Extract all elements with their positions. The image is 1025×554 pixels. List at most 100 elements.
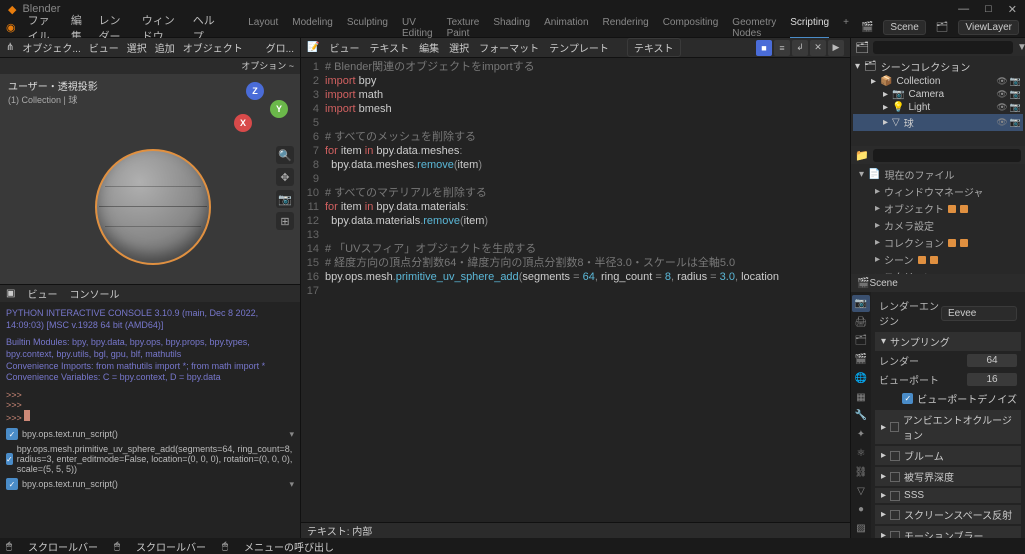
disclosure-icon[interactable]: ▾ <box>859 169 864 180</box>
file-item[interactable]: ▸ウィンドウマネージャ <box>853 183 1023 200</box>
tab-sculpting[interactable]: Sculpting <box>347 17 388 39</box>
console-prompt[interactable]: >>> <box>6 410 294 422</box>
zoom-icon[interactable]: 🔍 <box>276 146 294 164</box>
menu-edit[interactable]: 編集 <box>419 40 439 55</box>
text-name-input[interactable]: テキスト <box>627 38 681 57</box>
editor-type-icon[interactable]: ⋔ <box>6 42 14 53</box>
sampling-panel[interactable]: ▾サンプリング <box>875 332 1021 351</box>
axis-z[interactable]: Z <box>246 82 264 100</box>
camera-icon[interactable]: 📷 <box>1010 89 1021 100</box>
constraint-tab-icon[interactable]: ⛓ <box>852 464 870 481</box>
tab-shading[interactable]: Shading <box>493 17 530 39</box>
tab-modeling[interactable]: Modeling <box>292 17 333 39</box>
add-workspace-button[interactable]: + <box>843 17 849 39</box>
menu-select[interactable]: 選択 <box>449 40 469 55</box>
minimize-button[interactable]: — <box>958 3 969 16</box>
property-panel-header[interactable]: ▸アンビエントオクルージョン <box>875 410 1021 444</box>
file-item[interactable]: ▸オブジェクト <box>853 200 1023 217</box>
property-panel-header[interactable]: ▸SSS <box>875 488 1021 503</box>
code-area[interactable]: # Blender関連のオブジェクトをimportするimport bpyimp… <box>325 60 850 520</box>
syntax-highlight-toggle[interactable]: ■ <box>756 40 772 56</box>
tab-uvediting[interactable]: UV Editing <box>402 17 433 39</box>
tab-scripting[interactable]: Scripting <box>790 17 829 39</box>
pan-icon[interactable]: ✥ <box>276 168 294 186</box>
tab-geometrynodes[interactable]: Geometry Nodes <box>732 17 776 39</box>
3d-viewport[interactable]: ユーザー・透視投影 (1) Collection | 球 Z Y X 🔍 ✥ 📷… <box>0 74 300 284</box>
render-tab-icon[interactable]: 📷 <box>852 295 870 312</box>
outliner-item[interactable]: ▸📷Camera👁📷 <box>853 88 1023 101</box>
file-browser-icon[interactable]: 📁 <box>855 149 869 162</box>
perspective-icon[interactable]: ⊞ <box>276 212 294 230</box>
scene-breadcrumb[interactable]: Scene <box>869 278 897 289</box>
modifier-tab-icon[interactable]: 🔧 <box>852 408 870 425</box>
viewlayer-tab-icon[interactable]: 🗂 <box>852 333 870 350</box>
outliner-item[interactable]: ▸📦Collection👁📷 <box>853 75 1023 88</box>
menu-view[interactable]: ビュー <box>329 40 359 55</box>
file-item[interactable]: ▸シーン <box>853 251 1023 268</box>
mesh-tab-icon[interactable]: ▽ <box>852 483 870 500</box>
tab-rendering[interactable]: Rendering <box>603 17 649 39</box>
text-editor-icon[interactable]: 📝 <box>307 42 319 53</box>
file-item[interactable]: ▸カメラ設定 <box>853 217 1023 234</box>
menu-console[interactable]: コンソール <box>69 286 119 301</box>
physics-tab-icon[interactable]: ⚛ <box>852 445 870 462</box>
scene-tab-icon[interactable]: 🎬 <box>852 351 870 368</box>
property-panel-header[interactable]: ▸スクリーンスペース反射 <box>875 505 1021 524</box>
menu-add[interactable]: 追加 <box>155 40 175 55</box>
tab-texturepaint[interactable]: Texture Paint <box>447 17 480 39</box>
mode-dropdown[interactable]: オブジェク... <box>22 40 80 55</box>
camera-icon[interactable]: 📷 <box>1010 117 1021 128</box>
object-tab-icon[interactable]: ▦ <box>852 389 870 406</box>
maximize-button[interactable]: □ <box>985 3 992 16</box>
menu-select[interactable]: 選択 <box>127 40 147 55</box>
eye-icon[interactable]: 👁 <box>996 76 1007 87</box>
disclosure-icon[interactable]: ▾ <box>855 61 860 72</box>
blender-icon[interactable]: ◉ <box>6 21 16 34</box>
outliner-item[interactable]: ▸💡Light👁📷 <box>853 101 1023 114</box>
options-dropdown[interactable]: オプション ~ <box>241 61 294 71</box>
outliner-scene-collection[interactable]: ▾ 🗂 シーンコレクション <box>853 58 1023 75</box>
filter-icon[interactable]: ▼ <box>1017 42 1025 53</box>
outliner-item[interactable]: ▸▽球👁📷 <box>853 114 1023 131</box>
navigation-gizmo[interactable]: Z Y X <box>228 80 288 140</box>
file-search-input[interactable] <box>873 149 1021 162</box>
eye-icon[interactable]: 👁 <box>996 117 1007 128</box>
outliner-icon[interactable]: 🗂 <box>855 41 869 54</box>
close-text-button[interactable]: ✕ <box>810 40 826 56</box>
file-item[interactable]: ▸コレクション <box>853 234 1023 251</box>
outliner-search-input[interactable] <box>873 41 1013 54</box>
file-root[interactable]: ▾📄現在のファイル <box>853 166 1023 183</box>
particle-tab-icon[interactable]: ✦ <box>852 426 870 443</box>
tab-animation[interactable]: Animation <box>544 17 588 39</box>
line-numbers-toggle[interactable]: ≡ <box>774 40 790 56</box>
orientation-dropdown[interactable]: グロ... <box>266 40 294 55</box>
property-panel-header[interactable]: ▸モーションブラー <box>875 526 1021 538</box>
text-editor[interactable]: 1234567891011121314151617 # Blender関連のオブ… <box>301 58 850 522</box>
camera-icon[interactable]: 📷 <box>1010 102 1021 113</box>
menu-view[interactable]: ビュー <box>89 40 119 55</box>
engine-dropdown[interactable]: Eevee <box>941 306 1017 321</box>
eye-icon[interactable]: 👁 <box>996 102 1007 113</box>
denoise-checkbox[interactable]: ✓ <box>902 393 913 404</box>
scene-name-input[interactable]: Scene <box>883 20 925 35</box>
property-panel-header[interactable]: ▸ブルーム <box>875 446 1021 465</box>
run-script-button[interactable]: ▶ <box>828 40 844 56</box>
console-editor-icon[interactable]: ▣ <box>6 288 15 299</box>
wrap-toggle[interactable]: ↲ <box>792 40 808 56</box>
axis-x[interactable]: X <box>234 114 252 132</box>
eye-icon[interactable]: 👁 <box>996 89 1007 100</box>
file-browser[interactable]: ▾📄現在のファイル ▸ウィンドウマネージャ▸オブジェクト ▸カメラ設定▸コレクシ… <box>851 164 1025 274</box>
render-samples-input[interactable]: 64 <box>967 354 1017 367</box>
close-button[interactable]: ✕ <box>1008 3 1017 16</box>
menu-template[interactable]: テンプレート <box>549 40 609 55</box>
tab-layout[interactable]: Layout <box>248 17 278 39</box>
camera-icon[interactable]: 📷 <box>276 190 294 208</box>
property-panel-header[interactable]: ▸被写界深度 <box>875 467 1021 486</box>
menu-view[interactable]: ビュー <box>27 286 57 301</box>
menu-object[interactable]: オブジェクト <box>183 40 243 55</box>
viewport-samples-input[interactable]: 16 <box>967 373 1017 386</box>
tab-compositing[interactable]: Compositing <box>663 17 719 39</box>
world-tab-icon[interactable]: 🌐 <box>852 370 870 387</box>
viewlayer-name-input[interactable]: ViewLayer <box>958 20 1019 35</box>
output-tab-icon[interactable]: 🖨 <box>852 314 870 331</box>
